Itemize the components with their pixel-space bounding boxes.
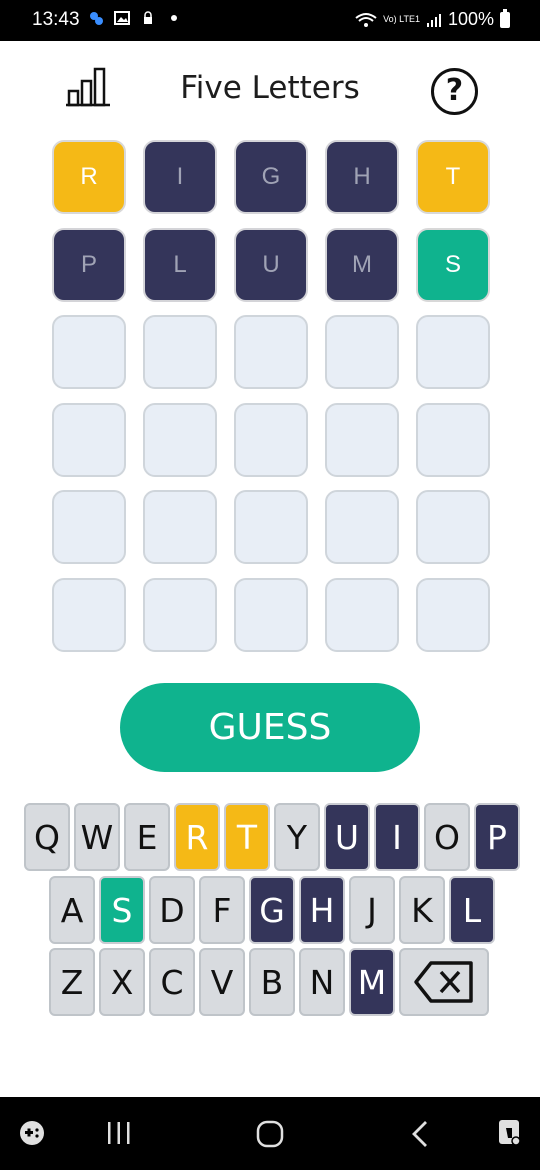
- board-row: [52, 402, 490, 477]
- board-tile: [143, 490, 217, 564]
- board-tile: [325, 402, 399, 477]
- battery-percent: 100%: [447, 9, 494, 29]
- key-d[interactable]: D: [149, 876, 195, 944]
- game-launcher-icon[interactable]: [18, 1119, 46, 1147]
- board-row: [52, 577, 490, 652]
- wifi-icon: [355, 12, 377, 27]
- key-r[interactable]: R: [174, 803, 220, 871]
- board-tile: H: [325, 140, 399, 214]
- keyboard-row: ZXCVBNM: [49, 948, 489, 1016]
- board-tile: S: [416, 227, 490, 302]
- key-y[interactable]: Y: [274, 803, 320, 871]
- key-o[interactable]: O: [424, 803, 470, 871]
- board-tile: [52, 490, 126, 564]
- board-tile: [52, 315, 126, 389]
- key-f[interactable]: F: [199, 876, 245, 944]
- network-label: Vo) LTE1: [383, 14, 420, 24]
- status-notification-icons: [88, 10, 182, 26]
- key-v[interactable]: V: [199, 948, 245, 1016]
- board-tile: [234, 490, 308, 564]
- status-time: 13:43: [32, 9, 80, 30]
- key-e[interactable]: E: [124, 803, 170, 871]
- board-tile: L: [143, 227, 217, 302]
- board-tile: [234, 315, 308, 389]
- navigation-bar: [0, 1097, 540, 1170]
- board-tile: [416, 315, 490, 389]
- key-s[interactable]: S: [99, 876, 145, 944]
- board-tile: G: [234, 140, 308, 214]
- key-g[interactable]: G: [249, 876, 295, 944]
- help-icon[interactable]: ?: [431, 68, 478, 115]
- board-row: [52, 490, 490, 564]
- guess-button[interactable]: GUESS: [120, 683, 420, 772]
- board-tile: [234, 577, 308, 652]
- board-tile: [416, 577, 490, 652]
- backspace-key[interactable]: [399, 948, 489, 1016]
- key-q[interactable]: Q: [24, 803, 70, 871]
- status-bar: 13:43 Vo) LTE1 100%: [0, 0, 540, 41]
- board-row: RIGHT: [52, 140, 490, 214]
- key-b[interactable]: B: [249, 948, 295, 1016]
- board-tile: [52, 402, 126, 477]
- board-row: PLUMS: [52, 227, 490, 302]
- backspace-icon: [414, 961, 473, 1003]
- key-w[interactable]: W: [74, 803, 120, 871]
- key-x[interactable]: X: [99, 948, 145, 1016]
- key-c[interactable]: C: [149, 948, 195, 1016]
- board-tile: [325, 577, 399, 652]
- key-z[interactable]: Z: [49, 948, 95, 1016]
- board-tile: [143, 402, 217, 477]
- board-tile: [143, 315, 217, 389]
- key-j[interactable]: J: [349, 876, 395, 944]
- app-header: Five Letters ?: [0, 41, 540, 136]
- board-tile: P: [52, 227, 126, 302]
- game-board: RIGHT PLUMS: [52, 140, 490, 665]
- board-tile: [325, 490, 399, 564]
- status-right: Vo) LTE1 100%: [355, 8, 510, 30]
- board-row: [52, 315, 490, 389]
- board-tile: [325, 315, 399, 389]
- board-tile: [52, 577, 126, 652]
- key-p[interactable]: P: [474, 803, 520, 871]
- settings-notification-icon: [90, 12, 103, 25]
- key-n[interactable]: N: [299, 948, 345, 1016]
- assistant-icon[interactable]: [496, 1118, 524, 1148]
- key-m[interactable]: M: [349, 948, 395, 1016]
- lock-notification-icon: [144, 11, 152, 24]
- home-icon[interactable]: [256, 1120, 284, 1148]
- recent-apps-icon[interactable]: [106, 1121, 132, 1145]
- key-t[interactable]: T: [224, 803, 270, 871]
- board-tile: T: [416, 140, 490, 214]
- keyboard-row: ASDFGHJKL: [49, 876, 495, 944]
- gallery-notification-icon: [114, 11, 130, 25]
- key-u[interactable]: U: [324, 803, 370, 871]
- board-tile: [143, 577, 217, 652]
- board-tile: [416, 490, 490, 564]
- keyboard-row: QWERTYUIOP: [24, 803, 520, 871]
- battery-icon: [500, 8, 510, 28]
- board-tile: R: [52, 140, 126, 214]
- signal-icon: [426, 13, 441, 27]
- back-icon[interactable]: [410, 1120, 430, 1148]
- key-k[interactable]: K: [399, 876, 445, 944]
- dot-notification-icon: [171, 15, 177, 21]
- key-l[interactable]: L: [449, 876, 495, 944]
- key-a[interactable]: A: [49, 876, 95, 944]
- board-tile: U: [234, 227, 308, 302]
- board-tile: I: [143, 140, 217, 214]
- board-tile: [234, 402, 308, 477]
- key-h[interactable]: H: [299, 876, 345, 944]
- board-tile: M: [325, 227, 399, 302]
- board-tile: [416, 402, 490, 477]
- key-i[interactable]: I: [374, 803, 420, 871]
